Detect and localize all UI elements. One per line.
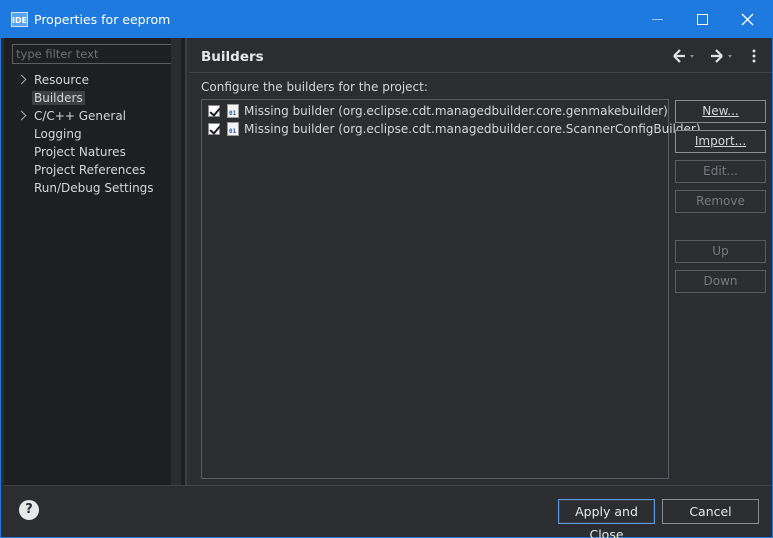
- minimize-icon: [652, 19, 663, 20]
- cancel-button[interactable]: Cancel: [662, 499, 759, 524]
- property-tree: Resource Builders C/C++ General Logging …: [12, 71, 180, 197]
- tree-item-project-references[interactable]: Project References: [12, 161, 180, 179]
- tree-item-label: Builders: [32, 91, 85, 105]
- new-button[interactable]: New...: [675, 100, 766, 123]
- divider: [4, 485, 772, 486]
- page-description: Configure the builders for the project:: [201, 80, 428, 94]
- builder-checkbox[interactable]: [208, 105, 220, 117]
- sidebar: Resource Builders C/C++ General Logging …: [4, 38, 187, 485]
- file-icon-text: 01: [229, 128, 237, 135]
- builder-list[interactable]: 01 Missing builder (org.eclipse.cdt.mana…: [201, 99, 701, 479]
- title-bar[interactable]: IDE Properties for eeprom: [1, 1, 772, 38]
- tree-item-label: Logging: [34, 127, 82, 141]
- forward-arrow-icon[interactable]: [709, 47, 735, 65]
- tree-item-cpp-general[interactable]: C/C++ General: [12, 107, 180, 125]
- tree-item-project-natures[interactable]: Project Natures: [12, 143, 180, 161]
- builder-label: Missing builder (org.eclipse.cdt.managed…: [244, 122, 701, 136]
- ide-app-icon: IDE: [11, 12, 28, 27]
- down-button[interactable]: Down: [675, 270, 766, 293]
- back-arrow-icon[interactable]: [671, 47, 697, 65]
- filter-input[interactable]: [12, 44, 178, 64]
- import-button-label: Import...: [694, 134, 747, 148]
- tree-item-logging[interactable]: Logging: [12, 125, 180, 143]
- builder-checkbox[interactable]: [208, 123, 220, 135]
- file-icon-text: 01: [229, 110, 237, 117]
- up-button[interactable]: Up: [675, 240, 766, 263]
- properties-dialog: IDE Properties for eeprom Resource Build…: [0, 0, 773, 538]
- apply-and-close-button[interactable]: Apply and Close: [558, 499, 655, 538]
- close-button[interactable]: [726, 1, 772, 38]
- tree-item-label: Project References: [34, 163, 146, 177]
- maximize-button[interactable]: [681, 1, 727, 38]
- main-panel: Builders Configure the builders for the …: [189, 38, 772, 485]
- window-title: Properties for eeprom: [34, 12, 171, 27]
- tree-item-label: C/C++ General: [34, 109, 127, 123]
- divider: [189, 72, 772, 73]
- binary-file-icon: 01: [227, 104, 239, 118]
- edit-button[interactable]: Edit...: [675, 160, 766, 183]
- tree-item-label: Project Natures: [34, 145, 126, 159]
- close-icon: [741, 13, 754, 26]
- chevron-right-icon[interactable]: [16, 110, 27, 121]
- tree-item-label: Run/Debug Settings: [34, 181, 154, 195]
- tree-item-label: Resource: [34, 73, 90, 87]
- tree-item-builders[interactable]: Builders: [12, 89, 180, 107]
- page-title: Builders: [201, 49, 264, 65]
- view-menu-icon[interactable]: [749, 47, 759, 65]
- minimize-button[interactable]: [635, 1, 681, 38]
- tree-item-resource[interactable]: Resource: [12, 71, 180, 89]
- maximize-icon: [697, 14, 708, 25]
- binary-file-icon: 01: [227, 122, 239, 136]
- builder-label: Missing builder (org.eclipse.cdt.managed…: [244, 104, 668, 118]
- new-button-label: New...: [702, 104, 739, 118]
- sidebar-scrollbar[interactable]: [171, 38, 181, 485]
- remove-button[interactable]: Remove: [675, 190, 766, 213]
- tree-item-run-debug-settings[interactable]: Run/Debug Settings: [12, 179, 180, 197]
- chevron-right-icon[interactable]: [16, 74, 27, 85]
- import-button[interactable]: Import...: [675, 130, 766, 153]
- help-icon[interactable]: ?: [19, 500, 39, 520]
